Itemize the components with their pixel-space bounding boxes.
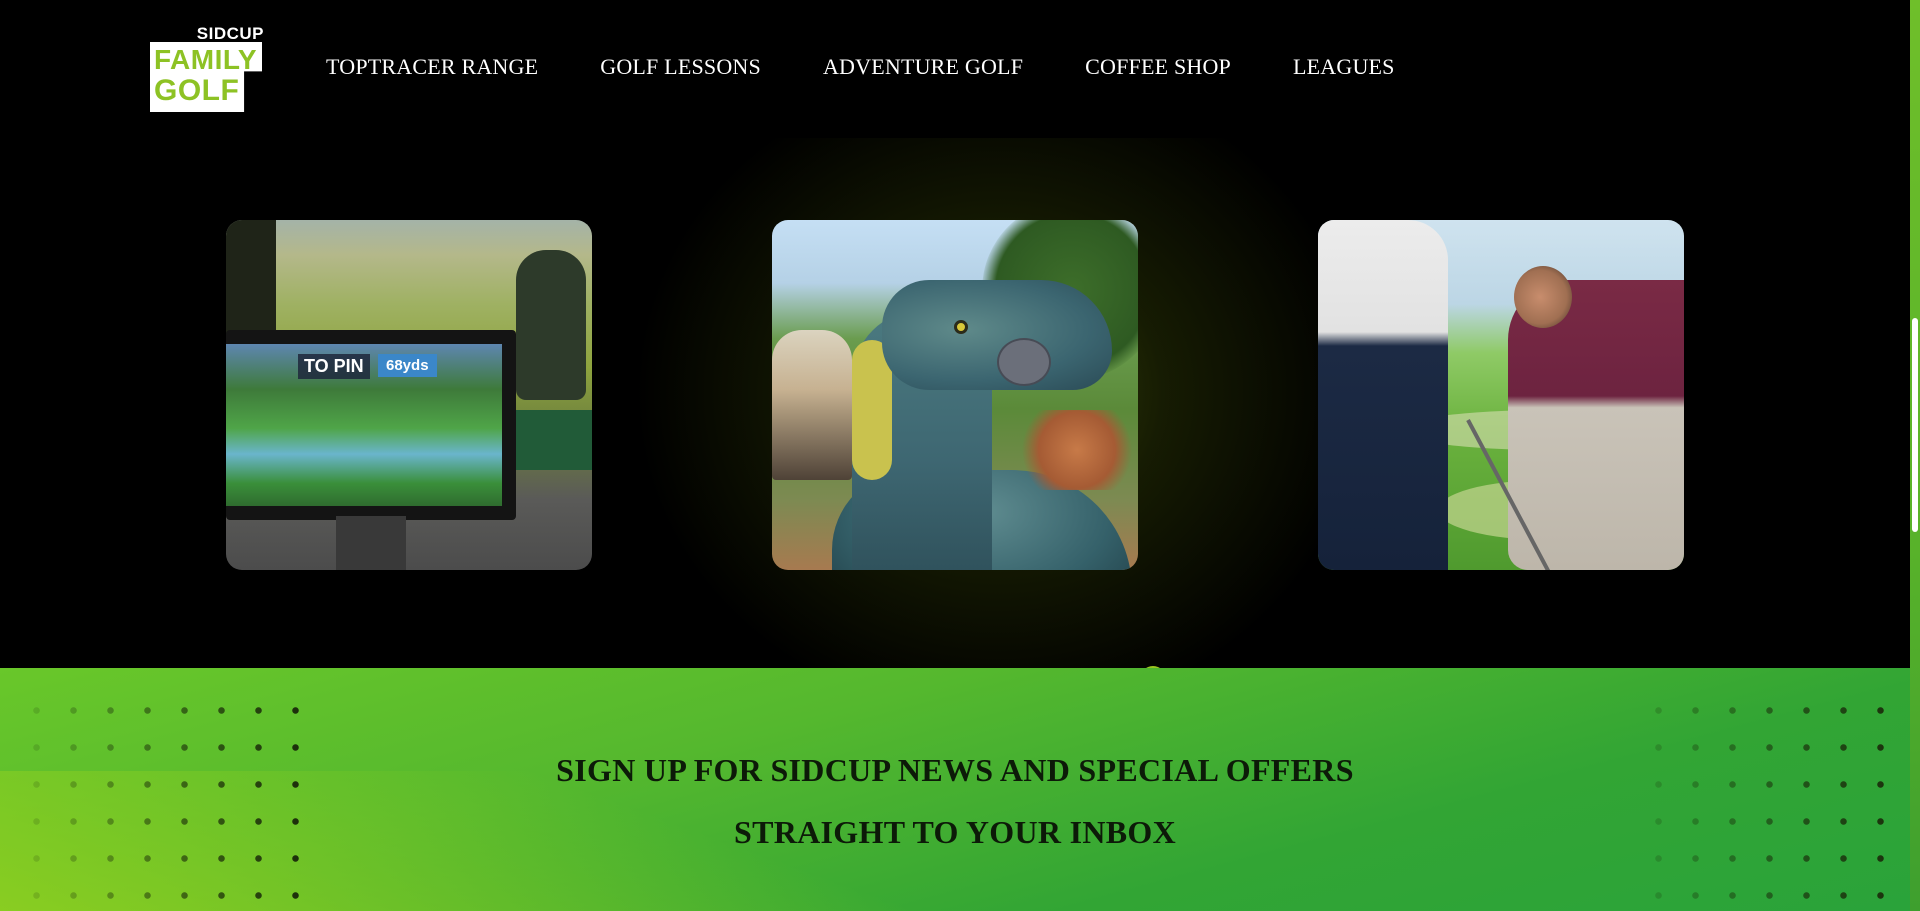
dinosaur-head — [882, 280, 1112, 390]
newsletter-heading-line1: SIGN UP FOR SIDCUP NEWS AND SPECIAL OFFE… — [556, 752, 1354, 788]
nav-coffee-shop[interactable]: COFFEE SHOP — [1085, 54, 1231, 80]
family-figures — [772, 330, 852, 480]
newsletter-heading-line2: STRAIGHT TO YOUR INBOX — [734, 814, 1176, 850]
logo-golf-text: GOLF — [154, 74, 240, 107]
dot-pattern-left — [18, 692, 308, 911]
carousel-card-toptracer[interactable]: TO PIN 68yds — [226, 220, 592, 570]
nav-leagues[interactable]: LEAGUES — [1293, 54, 1395, 80]
nav-adventure-golf[interactable]: ADVENTURE GOLF — [823, 54, 1023, 80]
golfer-figure — [516, 250, 586, 400]
carousel-card-golf-lessons[interactable] — [1318, 220, 1684, 570]
logo-sidcup-text: SIDCUP — [196, 24, 264, 43]
newsletter-section: SIGN UP FOR SIDCUP NEWS AND SPECIAL OFFE… — [0, 668, 1910, 911]
logo-family-text: FAMILY — [154, 44, 258, 75]
image-carousel: TO PIN 68yds — [0, 138, 1910, 668]
scrollbar-thumb[interactable] — [1912, 318, 1918, 532]
main-nav: TOPTRACER RANGE GOLF LESSONS ADVENTURE G… — [326, 54, 1457, 80]
dot-pattern-right — [1640, 692, 1910, 911]
site-header: SIDCUP FAMILY GOLF TOPTRACER RANGE GOLF … — [0, 0, 1910, 138]
student-figure — [1318, 220, 1448, 570]
nav-toptracer-range[interactable]: TOPTRACER RANGE — [326, 54, 538, 80]
site-logo[interactable]: SIDCUP FAMILY GOLF — [150, 24, 266, 112]
carousel-card-adventure-golf[interactable] — [772, 220, 1138, 570]
to-pin-label: TO PIN — [298, 354, 370, 379]
yards-readout: 68yds — [378, 354, 437, 377]
nav-golf-lessons[interactable]: GOLF LESSONS — [600, 54, 761, 80]
